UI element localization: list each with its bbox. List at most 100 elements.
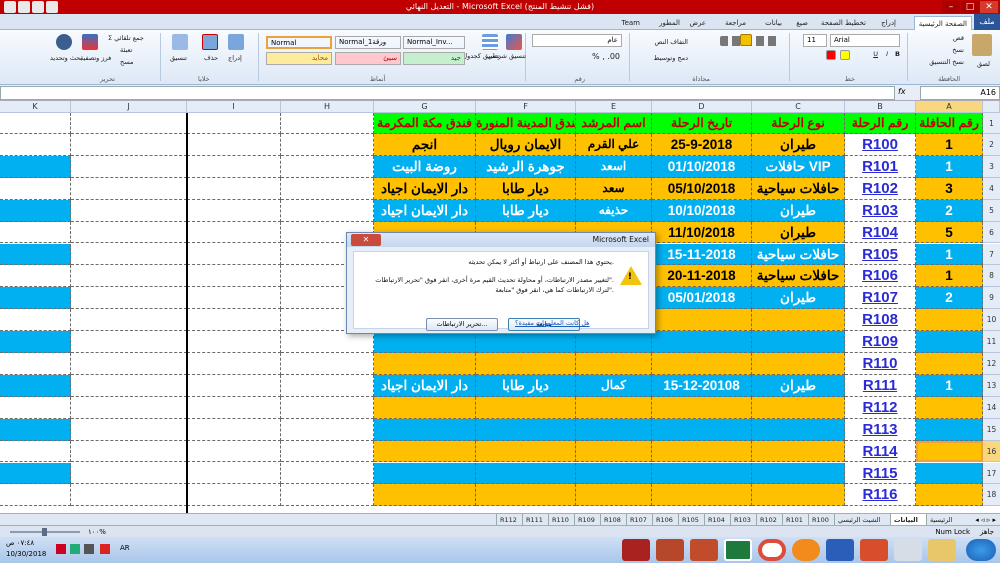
data-cell[interactable]: R101 [845,155,916,178]
fill-button[interactable]: تعبئة [120,46,132,54]
column-header[interactable]: D [652,101,752,113]
row-header[interactable]: 3 [983,155,1000,178]
data-cell[interactable]: طيران [752,199,845,222]
trip-link[interactable]: R106 [862,267,898,284]
empty-cell[interactable] [0,440,71,463]
empty-cell[interactable] [71,418,187,441]
font-color-icon[interactable] [826,50,836,60]
data-cell[interactable] [652,418,752,441]
empty-cell[interactable] [71,440,187,463]
dialog-close-button[interactable]: ✕ [351,234,381,246]
percent-icon[interactable]: % ‚ .00 [592,52,620,61]
empty-cell[interactable] [187,484,281,507]
data-cell[interactable]: طيران [752,134,845,156]
empty-cell[interactable] [71,177,187,200]
data-cell[interactable] [576,331,652,353]
wrap-text-button[interactable]: التفاف النص [654,38,688,46]
empty-cell[interactable] [281,484,374,507]
row-header[interactable]: 1 [983,113,1000,134]
data-cell[interactable]: طيران [752,374,845,397]
data-cell[interactable] [476,353,576,375]
data-cell[interactable] [916,396,983,419]
empty-cell[interactable] [187,309,281,332]
empty-cell[interactable] [187,374,281,397]
data-cell[interactable] [752,418,845,441]
trip-link[interactable]: R103 [862,202,898,219]
empty-cell[interactable] [281,353,374,375]
data-cell[interactable]: علي القرم [576,134,652,156]
data-cell[interactable] [916,353,983,375]
acrobat-app-icon[interactable] [690,539,718,561]
winrar-app-icon[interactable] [622,539,650,561]
media-app-icon[interactable] [894,539,922,561]
fx-label[interactable]: fx [898,87,906,96]
antivirus-icon[interactable] [100,544,110,554]
undo-icon[interactable] [32,1,44,13]
data-cell[interactable]: 05/10/2018 [652,177,752,200]
empty-cell[interactable] [187,243,281,266]
start-button[interactable] [966,539,996,561]
data-cell[interactable]: R113 [845,418,916,441]
empty-cell[interactable] [71,221,187,244]
volume-icon[interactable] [84,544,94,554]
empty-cell[interactable] [0,177,71,200]
align-middle-icon[interactable] [740,34,752,46]
data-cell[interactable]: 11/10/2018 [652,221,752,244]
empty-cell[interactable] [0,353,71,375]
empty-cell[interactable] [187,221,281,244]
empty-cell[interactable] [281,440,374,463]
empty-cell[interactable] [187,353,281,375]
data-cell[interactable]: حافلات سياحية [752,177,845,200]
format-cells-icon[interactable] [172,34,188,50]
row-header[interactable]: 18 [983,484,1000,507]
empty-cell[interactable] [71,309,187,332]
data-cell[interactable]: R100 [845,134,916,156]
row-header[interactable]: 7 [983,243,1000,266]
fill-color-icon[interactable] [840,50,850,60]
trip-link[interactable]: R110 [862,355,897,372]
data-cell[interactable]: R115 [845,462,916,485]
data-cell[interactable]: 05/01/2018 [652,287,752,310]
row-header[interactable]: 8 [983,265,1000,288]
empty-cell[interactable] [187,287,281,310]
column-header[interactable]: K [0,101,71,113]
style-box-normal-inv[interactable]: Normal_Inv... [403,36,465,49]
data-cell[interactable] [476,396,576,419]
style-box-bad[interactable]: سيئ [335,52,401,65]
data-cell[interactable] [652,484,752,507]
data-cell[interactable]: R109 [845,331,916,353]
firefox-app-icon[interactable] [792,539,820,561]
data-cell[interactable] [652,353,752,375]
data-cell[interactable]: R110 [845,353,916,375]
merge-center-button[interactable]: دمج وتوسيط [653,54,688,62]
header-cell[interactable]: اسم المرشد [576,113,652,134]
empty-cell[interactable] [0,396,71,419]
paste-button[interactable]: لصق [977,60,990,68]
data-cell[interactable] [476,440,576,463]
data-cell[interactable] [652,309,752,332]
empty-cell[interactable] [71,113,187,134]
data-cell[interactable]: اسعد [576,155,652,178]
edit-links-button[interactable]: تحرير الارتباطات... [426,318,498,331]
empty-cell[interactable] [0,243,71,266]
empty-cell[interactable] [0,199,71,222]
data-cell[interactable]: R114 [845,440,916,463]
flag-icon[interactable] [56,544,66,554]
data-cell[interactable]: 5 [916,221,983,244]
data-cell[interactable] [652,440,752,463]
column-header[interactable]: J [71,101,187,113]
data-cell[interactable]: 1 [916,243,983,266]
column-header[interactable]: E [576,101,652,113]
data-cell[interactable] [752,331,845,353]
select-all-corner[interactable] [983,101,1000,113]
empty-cell[interactable] [187,199,281,222]
empty-cell[interactable] [0,221,71,244]
data-cell[interactable] [576,484,652,507]
data-cell[interactable]: جوهرة الرشيد [476,155,576,178]
data-cell[interactable]: 15-11-2018 [652,243,752,266]
data-cell[interactable]: طيران [752,221,845,244]
empty-cell[interactable] [0,113,71,134]
header-cell[interactable]: نوع الرحلة [752,113,845,134]
tab-developer[interactable]: المطور [655,16,684,30]
empty-cell[interactable] [0,374,71,397]
